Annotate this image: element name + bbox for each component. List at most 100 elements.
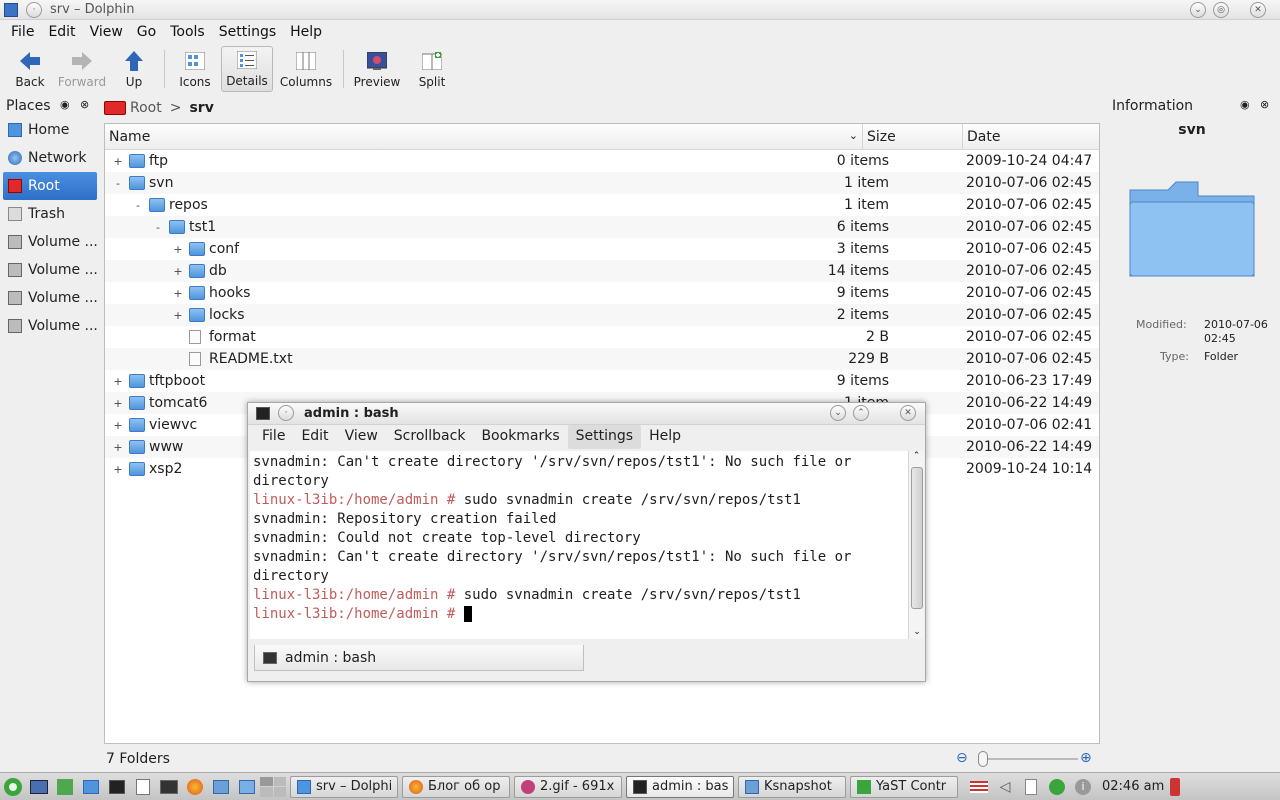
app-icon[interactable]: [4, 3, 18, 17]
place-network[interactable]: Network: [0, 144, 100, 172]
collapse-icon[interactable]: -: [153, 221, 163, 234]
place-volume[interactable]: Volume ...: [0, 256, 100, 284]
konsole-menu-bookmarks[interactable]: Bookmarks: [473, 425, 567, 449]
network-launcher-icon[interactable]: [234, 775, 260, 799]
file-row[interactable]: - repos 1 item 2010-07-06 02:45: [105, 194, 1099, 216]
window-menu-button[interactable]: ·: [278, 405, 294, 421]
file-row[interactable]: - svn 1 item 2010-07-06 02:45: [105, 172, 1099, 194]
expand-icon[interactable]: +: [113, 419, 123, 432]
editor-launcher-icon[interactable]: [130, 775, 156, 799]
place-volume[interactable]: Volume ...: [0, 312, 100, 340]
breadcrumb-separator[interactable]: >: [170, 100, 182, 116]
pager-icon[interactable]: [260, 775, 286, 799]
zoom-out-icon[interactable]: ⊖: [956, 750, 968, 766]
close-button[interactable]: ✕: [1250, 2, 1266, 18]
task-firefox[interactable]: Блог об ор: [402, 775, 510, 798]
file-row[interactable]: README.txt 229 B 2010-07-06 02:45: [105, 348, 1099, 370]
expand-icon[interactable]: +: [173, 243, 183, 256]
preview-button[interactable]: Preview: [348, 46, 406, 92]
konsole-menu-edit[interactable]: Edit: [293, 425, 336, 449]
file-manager-launcher-icon[interactable]: [78, 775, 104, 799]
file-row[interactable]: + hooks 9 items 2010-07-06 02:45: [105, 282, 1099, 304]
terminal-scrollbar[interactable]: ⌃ ⌄: [908, 451, 924, 639]
icons-view-button[interactable]: Icons: [169, 46, 221, 92]
window-menu-button[interactable]: ·: [26, 2, 42, 18]
terminal-launcher-icon[interactable]: [104, 775, 130, 799]
expand-icon[interactable]: +: [173, 287, 183, 300]
firefox-launcher-icon[interactable]: [182, 775, 208, 799]
task-image-viewer[interactable]: 2.gif - 691x: [514, 775, 622, 798]
place-volume[interactable]: Volume ...: [0, 228, 100, 256]
file-row[interactable]: format 2 B 2010-07-06 02:45: [105, 326, 1099, 348]
file-row[interactable]: + conf 3 items 2010-07-06 02:45: [105, 238, 1099, 260]
back-button[interactable]: Back: [4, 46, 56, 92]
expand-icon[interactable]: +: [173, 265, 183, 278]
expand-icon[interactable]: +: [113, 441, 123, 454]
place-trash[interactable]: Trash: [0, 200, 100, 228]
konsole-tab[interactable]: admin : bash: [254, 645, 584, 671]
menu-file[interactable]: File: [4, 21, 41, 45]
minimize-button[interactable]: ⌄: [1190, 2, 1206, 18]
zoom-slider[interactable]: [978, 758, 1078, 760]
up-button[interactable]: Up: [108, 46, 160, 92]
konsole-menu-view[interactable]: View: [337, 425, 386, 449]
split-button[interactable]: Split: [406, 46, 458, 92]
menu-settings[interactable]: Settings: [212, 21, 283, 45]
scroll-up-arrow[interactable]: ⌃: [909, 451, 924, 461]
task-ksnapshot[interactable]: Ksnapshot: [738, 775, 846, 798]
collapse-icon[interactable]: -: [113, 177, 123, 190]
panel-float-icon[interactable]: ◉: [60, 98, 70, 111]
file-row[interactable]: + locks 2 items 2010-07-06 02:45: [105, 304, 1099, 326]
size-column-header[interactable]: Size: [863, 124, 963, 149]
keyboard-layout-flag-icon[interactable]: [966, 775, 992, 799]
place-root[interactable]: Root: [3, 172, 97, 200]
scroll-down-arrow[interactable]: ⌄: [909, 627, 925, 637]
konsole-menu-settings[interactable]: Settings: [567, 425, 642, 449]
close-button[interactable]: ✕: [900, 405, 916, 421]
name-column-header[interactable]: Name ⌄: [105, 124, 863, 149]
file-row[interactable]: - tst1 6 items 2010-07-06 02:45: [105, 216, 1099, 238]
konsole-menu-help[interactable]: Help: [641, 425, 689, 449]
expand-icon[interactable]: +: [113, 397, 123, 410]
panel-float-icon[interactable]: ◉: [1240, 98, 1250, 111]
place-home[interactable]: Home: [0, 116, 100, 144]
monitor-launcher-icon[interactable]: [156, 775, 182, 799]
breadcrumb-current[interactable]: srv: [189, 100, 213, 116]
maximize-button[interactable]: ◎: [1213, 2, 1229, 18]
clock[interactable]: 02:46 am: [1102, 779, 1164, 794]
expand-icon[interactable]: +: [173, 309, 183, 322]
panel-close-icon[interactable]: ⊗: [80, 98, 89, 111]
task-konsole[interactable]: admin : bas: [626, 775, 734, 798]
konsole-menu-file[interactable]: File: [254, 425, 293, 449]
columns-view-button[interactable]: Columns: [273, 46, 339, 92]
details-view-button[interactable]: Details: [221, 46, 273, 92]
scrollbar-thumb[interactable]: [911, 467, 923, 609]
menu-edit[interactable]: Edit: [41, 21, 82, 45]
show-desktop-icon[interactable]: [26, 775, 52, 799]
forward-button[interactable]: Forward: [56, 46, 108, 92]
panel-close-icon[interactable]: ⊗: [1260, 98, 1269, 111]
expand-icon[interactable]: +: [113, 155, 123, 168]
mail-launcher-icon[interactable]: [208, 775, 234, 799]
menu-tools[interactable]: Tools: [163, 21, 212, 45]
menu-go[interactable]: Go: [130, 21, 163, 45]
konsole-menu-scrollback[interactable]: Scrollback: [386, 425, 474, 449]
home-launcher-icon[interactable]: [52, 775, 78, 799]
expand-icon[interactable]: +: [113, 375, 123, 388]
file-row[interactable]: + ftp 0 items 2009-10-24 04:47: [105, 150, 1099, 172]
task-dolphin[interactable]: srv – Dolphi: [290, 775, 398, 798]
updater-icon[interactable]: [1044, 775, 1070, 799]
zoom-in-icon[interactable]: ⊕: [1080, 750, 1092, 766]
terminal-icon[interactable]: [256, 407, 270, 420]
breadcrumb-root[interactable]: Root: [130, 100, 162, 116]
zoom-slider-handle[interactable]: [978, 751, 988, 767]
clipboard-icon[interactable]: [1018, 775, 1044, 799]
file-row[interactable]: + tftpboot 9 items 2010-06-23 17:49: [105, 370, 1099, 392]
date-column-header[interactable]: Date: [963, 124, 1097, 149]
file-row[interactable]: + db 14 items 2010-07-06 02:45: [105, 260, 1099, 282]
konsole-window[interactable]: · admin : bash ⌄ ⌃ ✕ File Edit View Scro…: [247, 402, 926, 682]
menu-view[interactable]: View: [83, 21, 130, 45]
expand-icon[interactable]: +: [113, 463, 123, 476]
notification-icon[interactable]: [1170, 777, 1181, 796]
volume-icon[interactable]: ◁: [992, 775, 1018, 799]
